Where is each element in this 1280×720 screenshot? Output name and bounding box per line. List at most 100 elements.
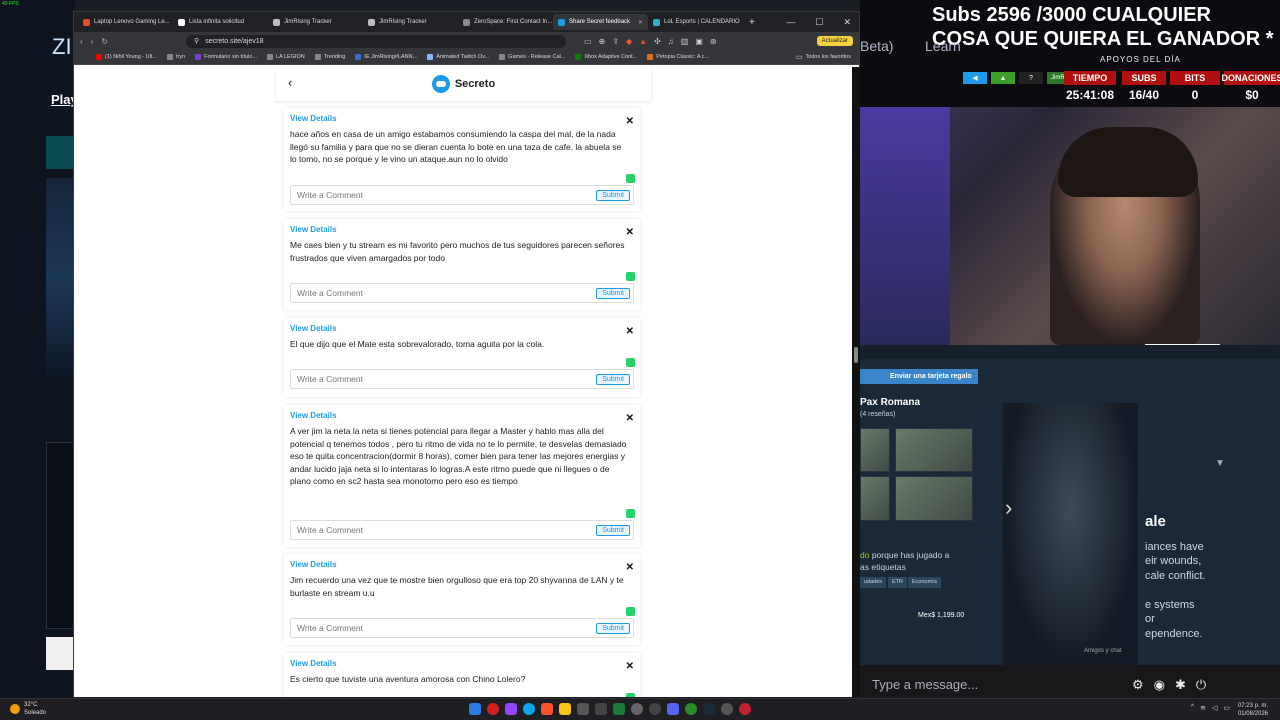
edge-icon[interactable] [523, 703, 535, 715]
minimize-icon[interactable]: — [786, 17, 795, 28]
extensions-icon[interactable]: ✣ [654, 37, 661, 46]
app-icon-9[interactable] [739, 703, 751, 715]
view-details-link[interactable]: View Details [290, 225, 634, 234]
weather-widget[interactable]: 32°C Soleado [10, 701, 46, 717]
back-nav-icon[interactable]: ‹ [80, 37, 83, 46]
close-icon[interactable]: ✕ [626, 562, 634, 573]
chat-input[interactable]: Type a message... [872, 677, 978, 692]
volume-icon[interactable]: ◁ [1212, 704, 1217, 712]
friends-chat-link[interactable]: Amigos y chat [1084, 648, 1122, 654]
cast-icon[interactable]: ▭ [584, 37, 592, 46]
whatsapp-share-icon[interactable] [626, 693, 635, 697]
back-arrow-icon[interactable]: ‹ [288, 75, 292, 90]
music-icon[interactable]: ♫ [668, 37, 674, 46]
bookmark-item[interactable]: Games - Release Cal... [499, 54, 565, 60]
gift-card-button[interactable]: Enviar una tarjeta regalo [860, 369, 978, 384]
chevron-up-icon[interactable]: ^ [1191, 704, 1194, 712]
reload-icon[interactable]: ↻ [101, 37, 108, 46]
bookmark-item[interactable]: Trending [314, 54, 345, 60]
bookmark-item[interactable]: Formulario sin título... [195, 54, 257, 60]
close-window-icon[interactable]: ✕ [843, 17, 851, 28]
comment-input[interactable] [297, 190, 597, 200]
screenshot-thumb-1[interactable] [860, 428, 890, 472]
view-details-link[interactable]: View Details [290, 114, 634, 123]
share-icon[interactable]: ⇪ [612, 37, 619, 46]
tag-2[interactable]: ETR [888, 577, 907, 588]
whatsapp-share-icon[interactable] [626, 509, 635, 518]
submit-button[interactable]: Submit [596, 287, 630, 299]
comment-input[interactable] [297, 374, 597, 384]
steam-icon[interactable] [703, 703, 715, 715]
wifi-icon[interactable]: ≋ [1200, 704, 1206, 712]
bug-icon[interactable]: ✱ [1175, 677, 1186, 693]
browser-tab[interactable]: ZeroSpace: First Contact In... [458, 14, 553, 30]
view-details-link[interactable]: View Details [290, 659, 634, 668]
browser-tab[interactable]: JimRising Tracker [268, 14, 363, 30]
browser-tab[interactable]: Laptop Lenovo Gaming Le... [78, 14, 173, 30]
bookmark-item[interactable]: IE JimRising#LANN... [355, 54, 417, 60]
comment-input[interactable] [297, 288, 597, 298]
app-icon-7[interactable] [685, 703, 697, 715]
close-icon[interactable]: ✕ [626, 413, 634, 424]
whatsapp-share-icon[interactable] [626, 272, 635, 281]
site-info-icon[interactable]: ⚲ [194, 37, 199, 45]
app-icon-6[interactable] [649, 703, 661, 715]
screenshot-thumb-2[interactable] [895, 428, 973, 472]
submit-button[interactable]: Submit [596, 373, 630, 385]
sidebar-icon[interactable]: ▥ [681, 37, 689, 46]
bookmark-item[interactable]: LA LEGION [267, 54, 305, 60]
browser-tab[interactable]: Share Secret feedback ✕ [553, 14, 648, 30]
comment-input[interactable] [297, 525, 597, 535]
dropdown-chevron-icon[interactable]: ▼ [1215, 458, 1225, 469]
app-icon-1[interactable] [487, 703, 499, 715]
update-button[interactable]: Actualizar [816, 36, 853, 46]
forward-nav-icon[interactable]: › [91, 37, 94, 46]
browser-tab[interactable]: Lista infinita solicitud [173, 14, 268, 30]
view-details-link[interactable]: View Details [290, 324, 634, 333]
zoom-icon[interactable]: ⊕ [599, 37, 606, 46]
screenshot-thumb-3[interactable] [860, 476, 890, 521]
app-icon-2[interactable] [577, 703, 589, 715]
view-details-link[interactable]: View Details [290, 560, 634, 569]
submit-button[interactable]: Submit [596, 189, 630, 201]
bookmark-item[interactable]: Xbox Adaptive Cont... [575, 54, 637, 60]
tag-3[interactable]: Economía [908, 577, 941, 588]
discord-taskbar-icon[interactable] [667, 703, 679, 715]
clock[interactable]: 07:23 p. m. 01/08/2026 [1238, 702, 1268, 718]
browser-tab[interactable]: LoL Esports | CALENDARIO [648, 14, 743, 30]
comment-input[interactable] [297, 623, 597, 633]
scroll-thumb[interactable] [854, 347, 858, 363]
view-details-link[interactable]: View Details [290, 411, 634, 420]
bookmark-item[interactable]: (1) Nihil Young - Ult... [96, 54, 157, 60]
url-field[interactable]: ⚲ secreto.site/ajev18 [186, 34, 567, 48]
start-icon[interactable] [469, 703, 481, 715]
wallet-icon[interactable]: ▣ [695, 37, 703, 46]
app-icon-4[interactable] [613, 703, 625, 715]
screenshot-thumb-4[interactable] [895, 476, 973, 521]
close-tab-icon[interactable]: ✕ [638, 19, 643, 26]
twitch-app-icon[interactable] [505, 703, 517, 715]
vpn-icon[interactable]: ⊛ [710, 37, 717, 46]
close-icon[interactable]: ✕ [626, 326, 634, 337]
settings-icon[interactable]: ⚙ [1132, 677, 1144, 693]
bookmark-item[interactable]: Animated Twitch Ov... [427, 54, 489, 60]
brave-shield-icon[interactable]: ◆ [626, 37, 632, 46]
chevron-right-icon[interactable]: › [1005, 495, 1012, 521]
app-icon-3[interactable] [595, 703, 607, 715]
submit-button[interactable]: Submit [596, 622, 630, 634]
page-scrollbar[interactable] [852, 67, 860, 697]
all-bookmarks-folder[interactable]: ▭ Todos los favoritos [796, 53, 859, 61]
bookmark-item[interactable]: Petopia Classic: A c... [647, 54, 709, 60]
rewards-icon[interactable]: ▲ [639, 37, 647, 46]
whatsapp-share-icon[interactable] [626, 358, 635, 367]
explorer-icon[interactable] [559, 703, 571, 715]
discord-icon[interactable]: ◉ [1154, 677, 1165, 693]
app-icon-8[interactable] [721, 703, 733, 715]
new-tab-icon[interactable]: + [749, 17, 755, 28]
power-icon[interactable]: ⏻ [1196, 677, 1206, 693]
bookmark-item[interactable]: tryn [166, 54, 185, 60]
tag-1[interactable]: udades [860, 577, 887, 588]
app-icon-5[interactable] [631, 703, 643, 715]
close-icon[interactable]: ✕ [626, 661, 634, 672]
submit-button[interactable]: Submit [596, 524, 630, 536]
